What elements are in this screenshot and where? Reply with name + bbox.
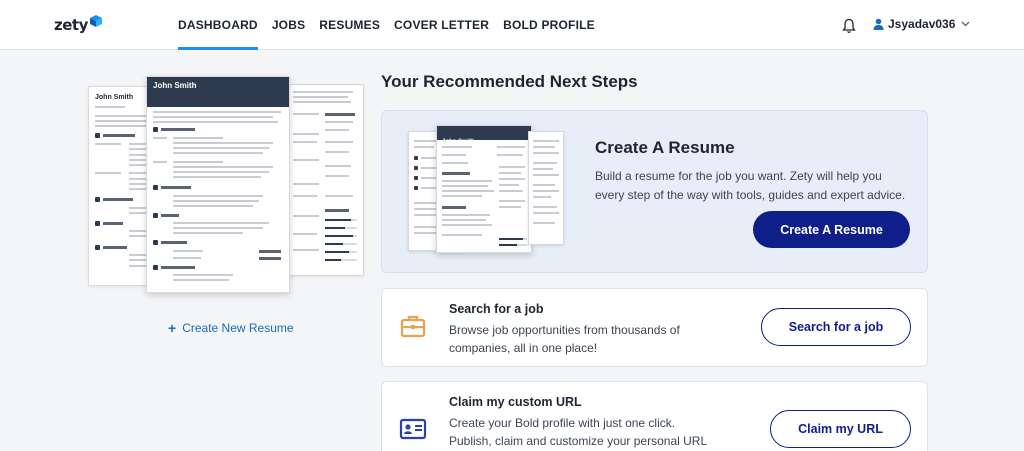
nav-dashboard[interactable]: DASHBOARD [178,0,258,50]
create-resume-description: Build a resume for the job you want. Zet… [595,169,906,202]
nav-cover-letter[interactable]: COVER LETTER [394,0,489,50]
search-job-card: Search for a job Browse job opportunitie… [381,288,928,367]
resume-thumbnails: John Smith [406,125,566,259]
resume-sheet-front: John Smith [146,76,290,293]
logo-text: zety [54,16,88,34]
zety-logo[interactable]: zety [54,15,103,34]
resume-header-band: John Smith [147,77,289,107]
search-job-description: Browse job opportunities from thousands … [449,323,680,355]
claim-url-button[interactable]: Claim my URL [770,410,911,448]
create-resume-button[interactable]: Create A Resume [753,211,910,248]
user-avatar-icon [873,18,884,30]
notification-bell-icon[interactable] [842,18,856,34]
thumb-resume-name: John Smith [442,139,475,145]
resume-sheet-back-right [284,84,364,276]
logo-cube-icon [89,15,102,27]
section-title: Your Recommended Next Steps [381,72,638,91]
custom-url-card: Claim my custom URL Create your Bold pro… [381,381,928,451]
search-job-title: Search for a job [449,302,544,316]
user-menu[interactable]: Jsyadav036 [873,17,974,31]
nav-jobs[interactable]: JOBS [272,0,305,50]
search-job-button[interactable]: Search for a job [761,308,911,346]
custom-url-description: Create your Bold profile with just one c… [449,416,707,448]
create-new-resume-label: Create New Resume [182,321,294,335]
main-nav: DASHBOARD JOBS RESUMES COVER LETTER BOLD… [178,0,609,50]
thumb-sheet-right [528,131,564,245]
thumb-sheet-front: John Smith [436,125,532,253]
resume-preview[interactable]: John Smith John Smith [88,76,364,295]
nav-bold-profile[interactable]: BOLD PROFILE [503,0,595,50]
id-card-icon [399,418,427,440]
create-new-resume-link[interactable]: + Create New Resume [168,320,294,336]
nav-resumes[interactable]: RESUMES [319,0,380,50]
top-navigation-bar: zety DASHBOARD JOBS RESUMES COVER LETTER… [0,0,1024,50]
resume-name-front: John Smith [153,81,197,90]
plus-icon: + [168,320,177,336]
create-resume-title: Create A Resume [595,138,735,157]
chevron-down-icon [961,21,970,27]
custom-url-title: Claim my custom URL [449,395,582,409]
username-label: Jsyadav036 [888,17,956,31]
create-resume-card: John Smith Create A Resume Build a resum… [381,110,928,273]
briefcase-icon [400,315,426,338]
